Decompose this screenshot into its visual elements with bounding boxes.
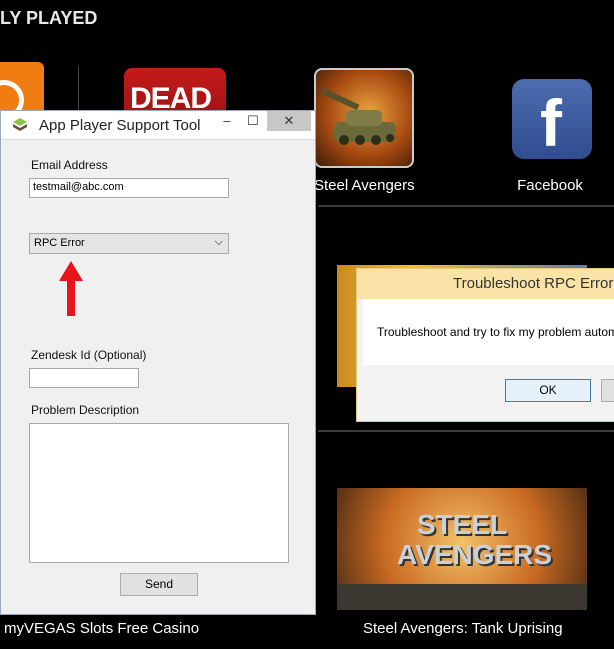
zendesk-label: Zendesk Id (Optional) [31,348,147,362]
dialog-message: Troubleshoot and try to fix my problem a… [377,325,614,339]
email-field[interactable]: testmail@abc.com [29,178,229,198]
dialog-title: Troubleshoot RPC Error [453,275,614,292]
maximize-button[interactable]: ☐ [241,111,265,131]
app-label-facebook: Facebook [517,177,583,194]
app-label-steel-avengers-tank: Steel Avengers: Tank Uprising [363,620,563,637]
dialog-titlebar[interactable]: Troubleshoot RPC Error [357,269,614,299]
send-button[interactable]: Send [120,573,198,596]
second-button-partial[interactable] [601,379,614,402]
ok-button[interactable]: OK [505,379,591,402]
dialog-body: Troubleshoot and try to fix my problem a… [363,299,614,365]
tank-icon [320,87,396,145]
game-banner-steel-avengers[interactable]: STEEL AVENGERS [337,488,587,610]
issue-select-value: RPC Error [34,237,85,249]
app-tile-steel-avengers[interactable] [314,68,414,168]
banner-title: STEEL AVENGERS [397,509,553,570]
zendesk-field[interactable] [29,368,139,388]
facebook-icon: f [540,86,562,159]
banner-tank-silhouette [337,584,587,610]
row-divider-top [318,205,614,207]
issue-select[interactable]: RPC Error ⌵ [29,233,229,254]
rpc-error-dialog: Troubleshoot RPC Error Troubleshoot and … [356,268,614,422]
chevron-down-icon: ⌵ [214,236,223,248]
app-label-steel-avengers: Steel Avengers [314,177,415,194]
support-tool-window: App Player Support Tool – ☐ ✕ Email Addr… [0,110,316,615]
bluestacks-logo-icon [13,118,27,131]
window-titlebar[interactable]: App Player Support Tool – ☐ ✕ [1,111,315,140]
app-tile-facebook[interactable]: f [512,79,592,159]
problem-textarea[interactable] [29,423,289,563]
minimize-button[interactable]: – [215,111,239,131]
red-arrow-icon [59,261,83,316]
window-title: App Player Support Tool [39,117,201,134]
section-title: LY PLAYED [0,8,98,28]
email-label: Email Address [31,158,108,172]
problem-label: Problem Description [31,403,140,417]
close-button[interactable]: ✕ [267,111,311,131]
row-divider-middle [318,430,614,432]
app-label-myvegas: myVEGAS Slots Free Casino [4,620,200,637]
